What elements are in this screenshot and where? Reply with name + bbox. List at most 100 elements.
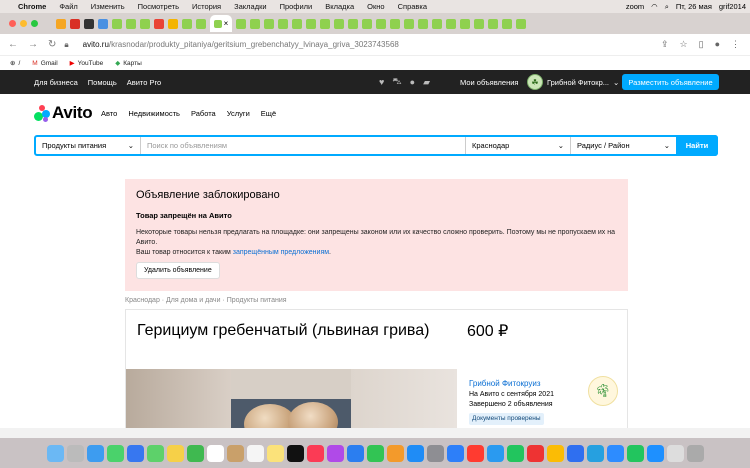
my-ads-link[interactable]: Мои объявления [460, 78, 519, 87]
nav-services[interactable]: Услуги [227, 109, 250, 118]
menu-chrome[interactable]: Chrome [18, 2, 46, 11]
link-avito-pro[interactable]: Авито Pro [127, 78, 161, 87]
messages-app-icon[interactable] [106, 444, 124, 462]
tab-favicon-icon[interactable] [376, 18, 386, 29]
tab-favicon-icon[interactable] [446, 18, 456, 29]
radius-select[interactable]: Радиус / Район ⌄ [571, 137, 676, 154]
music-icon[interactable] [306, 444, 324, 462]
excel-icon[interactable] [626, 444, 644, 462]
tab-favicon-icon[interactable] [390, 18, 400, 29]
share-icon[interactable]: ⇪ [661, 39, 669, 50]
minimize-window-icon[interactable] [20, 20, 27, 27]
facetime-icon[interactable] [186, 444, 204, 462]
menu-history[interactable]: История [192, 2, 221, 11]
telegram-icon[interactable] [586, 444, 604, 462]
menubar-date[interactable]: Пт, 26 мая [676, 2, 712, 11]
docs-icon[interactable] [646, 444, 664, 462]
forward-icon[interactable]: → [28, 39, 38, 50]
menu-bookmarks[interactable]: Закладки [234, 2, 266, 11]
close-window-icon[interactable] [9, 20, 16, 27]
photos-icon[interactable] [166, 444, 184, 462]
tab-favicon-icon[interactable] [306, 18, 316, 29]
tab-favicon-icon[interactable] [250, 18, 260, 29]
menu-profiles[interactable]: Профили [280, 2, 313, 11]
settings-icon[interactable] [426, 444, 444, 462]
user-menu[interactable]: ☘ Грибной Фитокр... ⌄ [527, 74, 619, 90]
contacts-icon[interactable] [226, 444, 244, 462]
search-button[interactable]: Найти [676, 135, 718, 156]
safari-icon[interactable] [86, 444, 104, 462]
star-icon[interactable]: ☆ [680, 39, 688, 50]
tab-favicon-icon[interactable] [362, 18, 372, 29]
tab-favicon-icon[interactable] [334, 18, 344, 29]
notifications-icon[interactable]: ▰ [423, 77, 430, 88]
avito-logo[interactable]: Avito [34, 103, 93, 123]
back-icon[interactable]: ← [8, 39, 18, 50]
telegram2-icon[interactable] [486, 444, 504, 462]
tab-favicon-icon[interactable] [418, 18, 428, 29]
tab-close-icon[interactable]: × [224, 19, 229, 28]
bookmark-maps[interactable]: ◆ Карты [115, 59, 142, 68]
seller-logo[interactable]: 🌴︎ [588, 376, 618, 406]
more-icon[interactable]: ⋮ [731, 39, 740, 50]
maps-app-icon[interactable] [146, 444, 164, 462]
chrome-icon[interactable] [546, 444, 564, 462]
zoom-window-icon[interactable] [31, 20, 38, 27]
url-field[interactable]: avito.ru/krasnodar/produkty_pitaniya/ger… [83, 40, 399, 49]
nav-auto[interactable]: Авто [101, 109, 117, 118]
tab-favicon-icon[interactable] [320, 18, 330, 29]
breadcrumb[interactable]: Краснодар · Для дома и дачи · Продукты п… [125, 297, 287, 304]
tab-favicon-icon[interactable] [278, 18, 288, 29]
opera-icon[interactable] [466, 444, 484, 462]
tab-favicon-icon[interactable] [126, 18, 136, 29]
finder-icon[interactable] [46, 444, 64, 462]
messages-icon[interactable]: ● [410, 77, 415, 87]
reload-icon[interactable]: ↻ [48, 39, 56, 50]
keynote-icon[interactable] [346, 444, 364, 462]
tab-favicon-icon[interactable] [432, 18, 442, 29]
tab-favicon-icon[interactable] [112, 18, 122, 29]
seller-name[interactable]: Грибной Фитокруиз [469, 379, 554, 389]
tab-favicon-icon[interactable] [168, 18, 178, 29]
numbers-icon[interactable] [366, 444, 384, 462]
menu-tab[interactable]: Вкладка [325, 2, 354, 11]
calendar-icon[interactable] [206, 444, 224, 462]
tab-favicon-icon[interactable] [474, 18, 484, 29]
mail-icon[interactable] [126, 444, 144, 462]
word-icon[interactable] [566, 444, 584, 462]
nav-more[interactable]: Ещё [261, 109, 276, 118]
sidebar-icon[interactable]: ▯ [699, 39, 704, 50]
appstore2-icon[interactable] [446, 444, 464, 462]
menu-window[interactable]: Окно [367, 2, 384, 11]
app-store-icon[interactable] [406, 444, 424, 462]
downloads-icon[interactable] [666, 444, 684, 462]
tab-favicon-icon[interactable] [196, 18, 206, 29]
tab-favicon-icon[interactable] [84, 18, 94, 29]
tab-favicon-icon[interactable] [236, 18, 246, 29]
lock-icon[interactable]: 🔒︎ [64, 40, 68, 50]
link-help[interactable]: Помощь [88, 78, 117, 87]
bookmark-youtube[interactable]: ▶ YouTube [70, 59, 104, 68]
city-select[interactable]: Краснодар ⌄ [466, 137, 571, 154]
tab-favicon-icon[interactable] [154, 18, 164, 29]
tab-favicon-icon[interactable] [140, 18, 150, 29]
menu-edit[interactable]: Изменить [91, 2, 125, 11]
tab-favicon-icon[interactable] [264, 18, 274, 29]
zoom-status[interactable]: zoom [626, 2, 644, 11]
pages-icon[interactable] [386, 444, 404, 462]
post-ad-button[interactable]: Разместить объявление [622, 74, 719, 90]
podcasts-icon[interactable] [326, 444, 344, 462]
launchpad-icon[interactable] [66, 444, 84, 462]
notes-icon[interactable] [266, 444, 284, 462]
tab-favicon-icon[interactable] [502, 18, 512, 29]
prohibited-items-link[interactable]: запрещённым предложениям [233, 249, 329, 256]
trash-icon[interactable] [686, 444, 704, 462]
nav-jobs[interactable]: Работа [191, 109, 216, 118]
menu-help[interactable]: Справка [398, 2, 427, 11]
cart-icon[interactable]: ⛍ [392, 76, 401, 88]
delete-ad-button[interactable]: Удалить объявление [136, 262, 220, 279]
menu-view[interactable]: Посмотреть [138, 2, 179, 11]
tab-favicon-icon[interactable] [404, 18, 414, 29]
favorites-icon[interactable]: ♥ [379, 77, 384, 87]
tab-favicon-icon[interactable] [488, 18, 498, 29]
